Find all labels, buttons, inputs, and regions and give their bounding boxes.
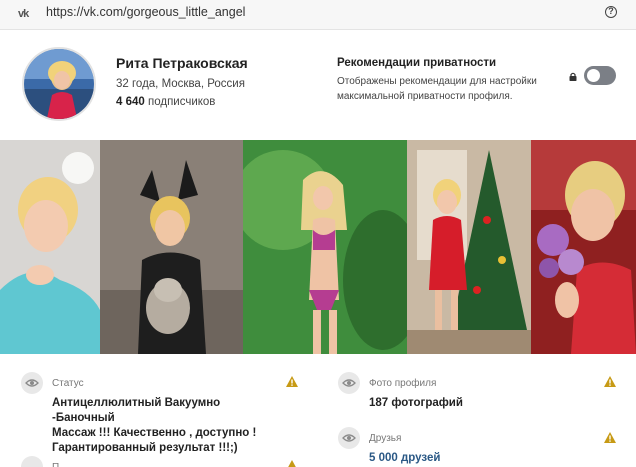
profile-photos-card: Фото профиля 187 фотографий [318, 354, 636, 410]
status-text-line: Антицеллюлитный Вакуумно -Баночный [52, 397, 221, 424]
privacy-description: Отображены рекомендации для настройки ма… [337, 76, 537, 102]
visibility-eye-icon[interactable] [21, 456, 43, 467]
lock-icon [569, 72, 577, 81]
avatar[interactable] [22, 47, 96, 121]
status-text-line: Массаж !!! Качественно , доступно ! [52, 427, 257, 439]
status-label: Статус [52, 378, 84, 389]
profile-photos-label: Фото профиля [369, 378, 437, 389]
friends-count-link[interactable]: 5 000 друзей [369, 451, 440, 466]
profile-url[interactable]: https://vk.com/gorgeous_little_angel [46, 5, 245, 19]
toggle-knob [587, 69, 600, 82]
photo-5[interactable] [531, 140, 636, 354]
warning-icon [604, 376, 616, 387]
profile-name: Рита Петраковская [116, 55, 248, 71]
help-icon[interactable]: ? [605, 6, 617, 18]
followers-label: подписчиков [147, 96, 216, 108]
visibility-eye-icon[interactable] [21, 372, 43, 394]
photo-4[interactable] [407, 140, 531, 354]
privacy-title: Рекомендации приватности [337, 57, 497, 69]
photo-3[interactable] [243, 140, 407, 354]
profile-followers[interactable]: 4 640 подписчиков [116, 96, 215, 108]
friends-card: Друзья 5 000 друзей [318, 410, 636, 467]
profile-meta: 32 года, Москва, Россия [116, 78, 245, 90]
followers-count: 4 640 [116, 96, 145, 108]
status-text-line: Гарантированный результат !!!;) [52, 442, 238, 454]
profile-photos-count[interactable]: 187 фотографий [369, 396, 463, 411]
vk-logo-icon: vk [18, 8, 29, 20]
address-bar: vk https://vk.com/gorgeous_little_angel … [0, 0, 636, 30]
friends-label: Друзья [369, 433, 402, 444]
next-card-label: П [52, 462, 59, 467]
photo-strip [0, 140, 636, 354]
warning-icon [604, 432, 616, 443]
photo-1[interactable] [0, 140, 100, 354]
visibility-eye-icon[interactable] [338, 427, 360, 449]
warning-icon [286, 376, 298, 387]
status-text: Антицеллюлитный Вакуумно -Баночный Масса… [52, 396, 282, 456]
status-card: Статус Антицеллюлитный Вакуумно -Баночны… [0, 354, 318, 467]
visibility-eye-icon[interactable] [338, 372, 360, 394]
warning-icon [288, 460, 296, 467]
photo-2[interactable] [100, 140, 243, 354]
privacy-toggle[interactable] [584, 66, 616, 85]
